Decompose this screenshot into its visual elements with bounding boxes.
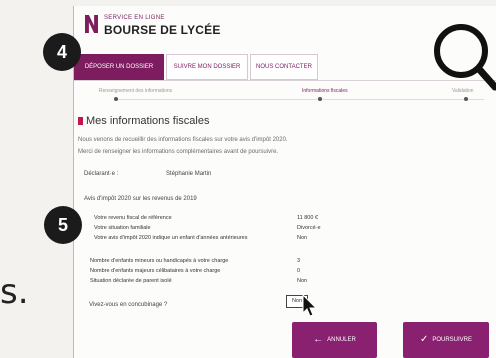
declarant-label: Déclarant·e : — [84, 171, 119, 177]
magnifier-icon — [434, 24, 496, 91]
intro-text: Nous venons de recueillir des informatio… — [78, 134, 418, 158]
fiscal-row-label: Votre avis d'impôt 2020 indique un enfan… — [94, 235, 248, 241]
pointer-cursor-icon — [302, 294, 318, 317]
step-badge-4: 4 — [43, 33, 81, 71]
continue-button-label: POURSUIVRE — [432, 337, 473, 343]
check-icon: ✓ — [419, 334, 429, 345]
back-arrow-icon: ← — [313, 334, 324, 345]
fiscal-row-value: Non — [297, 235, 308, 241]
progress-steps: Renseignement des informations Informati… — [84, 88, 489, 102]
family-row-label: Situation déclarée de parent isolé — [90, 278, 172, 284]
declarant-name: Stéphanie Martin — [166, 171, 212, 177]
service-label: SERVICE EN LIGNE — [104, 15, 165, 21]
fiscal-row-label: Votre revenu fiscal de référence — [94, 215, 172, 221]
cancel-button[interactable]: ← ANNULER — [292, 322, 377, 358]
family-row-value: Non — [297, 278, 308, 284]
page-edge-text: s. — [0, 272, 29, 312]
family-row-label: Nombre d'enfants mineurs ou handicapés à… — [90, 258, 229, 264]
fiscal-row-value: 11 800 € — [297, 215, 319, 221]
intro-line-1: Nous venons de recueillir des informatio… — [78, 137, 288, 143]
fiscal-row-value: Divorcé·e — [297, 225, 321, 231]
logo-icon — [85, 15, 98, 33]
fiscal-row-label: Votre situation familiale — [94, 225, 151, 231]
step-dot-3 — [464, 97, 468, 101]
tab-suivre-dossier[interactable]: SUIVRE MON DOSSIER — [166, 54, 248, 80]
concubinage-question: Vivez-vous en concubinage ? — [89, 302, 168, 308]
cancel-button-label: ANNULER — [327, 337, 356, 343]
continue-button[interactable]: ✓ POURSUIVRE — [403, 322, 489, 358]
service-title: BOURSE DE LYCÉE — [104, 23, 221, 37]
step-label-fiscales: Informations fiscales — [302, 88, 348, 94]
section-title: Mes informations fiscales — [86, 115, 210, 127]
section-heading: Mes informations fiscales — [78, 115, 210, 127]
tab-deposer-dossier[interactable]: DÉPOSER UN DOSSIER — [74, 54, 164, 80]
step-dot-1 — [114, 97, 118, 101]
family-row-value: 0 — [297, 268, 301, 274]
family-row-label: Nombre d'enfants majeurs célibataires à … — [90, 268, 221, 274]
heading-accent-bar — [78, 117, 83, 125]
intro-line-2: Merci de renseigner les informations com… — [78, 149, 279, 155]
step-label-renseignement: Renseignement des informations — [99, 88, 173, 94]
tab-nous-contacter[interactable]: NOUS CONTACTER — [250, 54, 318, 80]
steps-line — [114, 99, 484, 100]
step-dot-2 — [318, 97, 322, 101]
family-row-value: 3 — [297, 258, 301, 264]
avis-impot-label: Avis d'impôt 2020 sur les revenus de 201… — [84, 196, 197, 202]
step-badge-5: 5 — [44, 206, 82, 244]
